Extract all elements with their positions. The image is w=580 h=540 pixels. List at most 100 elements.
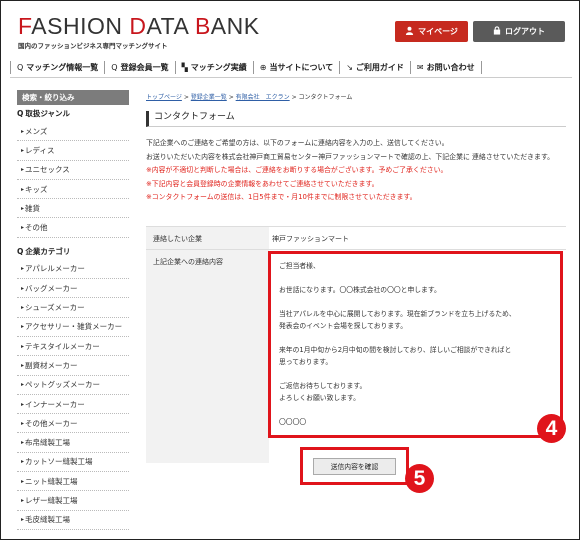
sidebar-item-category[interactable]: ▸ 布帛縫製工場 bbox=[17, 433, 129, 453]
sidebar-item-category[interactable]: ▸ バッグメーカー bbox=[17, 279, 129, 299]
arrow-right-icon: ▸ bbox=[21, 304, 25, 312]
search-icon: Q bbox=[111, 62, 118, 72]
nav-label: 登録会員一覧 bbox=[120, 62, 169, 72]
breadcrumb-current: コンタクトフォーム bbox=[298, 94, 353, 101]
sidebar-heading: 検索・絞り込み bbox=[17, 90, 129, 105]
arrow-right-icon: ▸ bbox=[21, 458, 25, 466]
nav-contact[interactable]: ✉ お問い合わせ bbox=[411, 60, 482, 74]
arrow-right-icon: ▸ bbox=[21, 439, 25, 447]
sidebar-item-category[interactable]: ▸ ニット縫製工場 bbox=[17, 472, 129, 492]
logo-text-a: ASHION bbox=[31, 13, 130, 39]
guide-icon: ↘ bbox=[346, 62, 353, 72]
sidebar-item-category[interactable]: ▸ レザー縫製工場 bbox=[17, 491, 129, 511]
main-nav: Q マッチング情報一覧 Q 登録会員一覧 ▚ マッチング実績 ⊕ 当サイトについ… bbox=[10, 57, 572, 78]
nav-label: ご利用ガイド bbox=[355, 62, 404, 72]
arrow-right-icon: ▸ bbox=[21, 204, 25, 212]
page-frame: FASHION DATA BANK 国内のファッションビジネス専門マッチングサイ… bbox=[0, 0, 580, 540]
arrow-right-icon: ▸ bbox=[21, 361, 25, 369]
intro-line2: お送りいただいた内容を株式会社神戸商工貿易センター神戸ファッションマートで確認の… bbox=[146, 152, 555, 161]
genre-list: ▸ メンズ ▸ レディス ▸ ユニセックス ▸ キッズ ▸ 雑貨 ▸ その他 bbox=[17, 122, 129, 238]
notice-3: ※コンタクトフォームの送信は、1日5件まで・月10件までに制限させていただきます… bbox=[146, 193, 417, 201]
nav-guide[interactable]: ↘ ご利用ガイド bbox=[340, 60, 411, 74]
sidebar-item-category[interactable]: ▸ カットソー縫製工場 bbox=[17, 453, 129, 473]
sidebar-item-category[interactable]: ▸ アクセサリー・雑貨メーカー bbox=[17, 318, 129, 337]
mypage-button[interactable]: マイページ bbox=[395, 21, 468, 42]
arrow-right-icon: ▸ bbox=[21, 146, 25, 154]
arrow-right-icon: ▸ bbox=[21, 342, 25, 350]
lock-icon bbox=[493, 26, 501, 37]
sidebar-item-genre[interactable]: ▸ 雑貨 bbox=[17, 199, 129, 219]
sidebar-item-category[interactable]: ▸ インナーメーカー bbox=[17, 395, 129, 415]
sidebar-item-genre[interactable]: ▸ メンズ bbox=[17, 122, 129, 142]
person-icon bbox=[405, 26, 414, 37]
submit-highlight: 送信内容を確認 bbox=[300, 447, 409, 485]
breadcrumb-list[interactable]: 登録企業一覧 bbox=[191, 94, 227, 101]
sidebar-item-label: 毛皮縫製工場 bbox=[25, 515, 71, 525]
sidebar-item-category[interactable]: ▸ アパレルメーカー bbox=[17, 260, 129, 280]
category-list: ▸ アパレルメーカー ▸ バッグメーカー ▸ シューズメーカー ▸ アクセサリー・雑貨メーカー… bbox=[17, 260, 129, 530]
genre-title: Q 取扱ジャンル bbox=[17, 109, 71, 118]
sidebar-item-label: アパレルメーカー bbox=[25, 264, 85, 274]
sidebar-item-label: バッグメーカー bbox=[25, 283, 78, 293]
breadcrumb-company[interactable]: 有限会社 エクラン bbox=[236, 94, 290, 101]
sidebar-item-category[interactable]: ▸ テキスタイルメーカー bbox=[17, 337, 129, 357]
step-badge-4: 4 bbox=[537, 414, 566, 443]
sidebar-item-label: その他 bbox=[25, 223, 48, 233]
nav-matching-results[interactable]: ▚ マッチング実績 bbox=[176, 60, 254, 74]
sidebar-item-label: ペットグッズメーカー bbox=[25, 380, 101, 390]
arrow-right-icon: ▸ bbox=[21, 516, 25, 524]
sidebar-item-label: 布帛縫製工場 bbox=[25, 438, 71, 448]
arrow-right-icon: ▸ bbox=[21, 419, 25, 427]
message-textarea[interactable]: ご担当者様、 お世話になります。〇〇株式会社の〇〇と申します。 当社アパレルを中… bbox=[268, 251, 563, 438]
sidebar-item-category[interactable]: ▸ シューズメーカー bbox=[17, 298, 129, 318]
logout-button[interactable]: ログアウト bbox=[473, 21, 565, 42]
arrow-right-icon: ▸ bbox=[21, 127, 25, 135]
nav-about[interactable]: ⊕ 当サイトについて bbox=[254, 60, 341, 74]
sidebar-item-category[interactable]: ▸ 毛皮縫製工場 bbox=[17, 511, 129, 530]
nav-label: マッチング実績 bbox=[190, 62, 247, 72]
site-tagline: 国内のファッションビジネス専門マッチングサイト bbox=[18, 42, 168, 50]
sidebar-item-label: 雑貨 bbox=[25, 203, 41, 213]
breadcrumb-top[interactable]: トップページ bbox=[146, 94, 182, 101]
message-text: ご担当者様、 お世話になります。〇〇株式会社の〇〇と申します。 当社アパレルを中… bbox=[279, 262, 516, 426]
search-icon: Q bbox=[17, 246, 24, 256]
sidebar-item-label: ユニセックス bbox=[25, 165, 70, 175]
mypage-label: マイページ bbox=[418, 27, 458, 36]
nav-label: マッチング情報一覧 bbox=[26, 62, 99, 72]
sidebar-item-label: キッズ bbox=[25, 184, 48, 194]
confirm-submit-button[interactable]: 送信内容を確認 bbox=[313, 457, 396, 475]
sidebar-item-label: テキスタイルメーカー bbox=[25, 341, 100, 351]
arrow-right-icon: ▸ bbox=[21, 323, 25, 331]
sidebar-item-label: レザー縫製工場 bbox=[25, 495, 78, 505]
intro-line1: 下記企業へのご連絡をご希望の方は、以下のフォームに連絡内容を入力の上、送信してく… bbox=[146, 139, 449, 147]
arrow-right-icon: ▸ bbox=[21, 381, 25, 389]
nav-matching-list[interactable]: Q マッチング情報一覧 bbox=[10, 60, 106, 74]
nav-member-list[interactable]: Q 登録会員一覧 bbox=[105, 60, 176, 74]
sidebar-item-genre[interactable]: ▸ その他 bbox=[17, 218, 129, 238]
logo-text-b: ATA bbox=[146, 13, 195, 39]
intro-text: 下記企業へのご連絡をご希望の方は、以下のフォームに連絡内容を入力の上、送信してく… bbox=[146, 137, 566, 205]
sidebar-item-label: その他メーカー bbox=[25, 418, 78, 428]
arrow-right-icon: ▸ bbox=[21, 400, 25, 408]
sidebar: 検索・絞り込み Q 取扱ジャンル ▸ メンズ ▸ レディス ▸ ユニセックス ▸ キッズ ▸ 雑貨 ▸… bbox=[17, 90, 129, 530]
arrow-right-icon: ▸ bbox=[21, 185, 25, 193]
sidebar-item-label: インナーメーカー bbox=[25, 399, 85, 409]
sidebar-item-category[interactable]: ▸ ペットグッズメーカー bbox=[17, 376, 129, 395]
sidebar-item-genre[interactable]: ▸ ユニセックス bbox=[17, 161, 129, 180]
arrow-right-icon: ▸ bbox=[21, 496, 25, 504]
sidebar-item-category[interactable]: ▸ その他メーカー bbox=[17, 414, 129, 434]
logo-letter-f: F bbox=[18, 13, 32, 39]
search-icon: Q bbox=[17, 109, 24, 118]
notice-1: ※内容が不適切と判断した場合は、ご連絡をお断りする場合がございます。予めご了承く… bbox=[146, 166, 448, 174]
site-logo[interactable]: FASHION DATA BANK bbox=[18, 15, 260, 38]
sidebar-item-label: ニット縫製工場 bbox=[25, 476, 78, 486]
sidebar-item-genre[interactable]: ▸ キッズ bbox=[17, 180, 129, 200]
arrow-right-icon: ▸ bbox=[21, 265, 25, 273]
arrow-right-icon: ▸ bbox=[21, 284, 25, 292]
breadcrumb: トップページ > 登録企業一覧 > 有限会社 エクラン > コンタクトフォーム bbox=[146, 94, 353, 101]
sidebar-item-category[interactable]: ▸ 副資材メーカー bbox=[17, 356, 129, 376]
sidebar-item-genre[interactable]: ▸ レディス bbox=[17, 141, 129, 161]
globe-icon: ⊕ bbox=[259, 62, 267, 72]
category-title: Q 企業カテゴリ bbox=[17, 246, 71, 256]
logout-label: ログアウト bbox=[505, 27, 545, 36]
